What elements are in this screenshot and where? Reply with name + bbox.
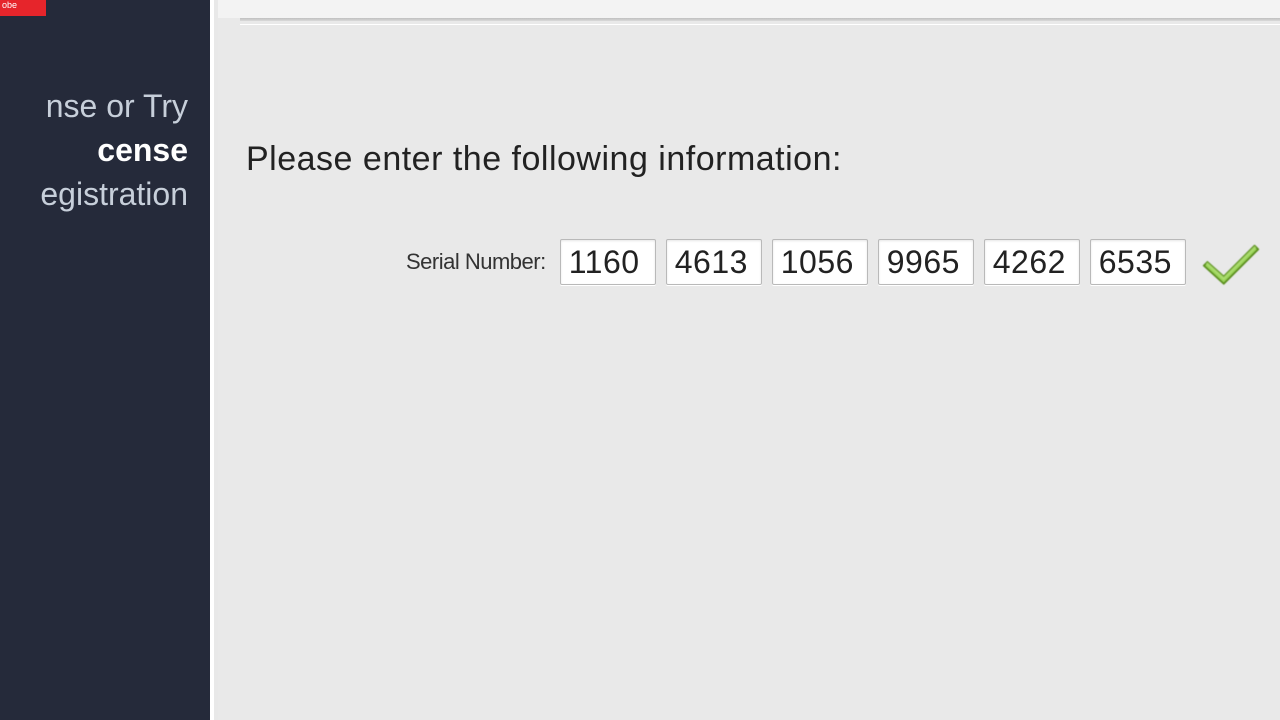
serial-input-2[interactable]	[666, 239, 762, 285]
checkmark-icon	[1202, 236, 1260, 288]
serial-input-4[interactable]	[878, 239, 974, 285]
divider-highlight	[240, 24, 1280, 25]
serial-input-6[interactable]	[1090, 239, 1186, 285]
serial-number-label: Serial Number:	[406, 249, 546, 275]
nav-list: nse or Try cense egistration	[0, 84, 210, 216]
brand-logo-text: obe	[2, 0, 17, 10]
nav-item-license-or-try[interactable]: nse or Try	[0, 84, 210, 128]
sidebar: obe nse or Try cense egistration	[0, 0, 214, 720]
serial-input-3[interactable]	[772, 239, 868, 285]
serial-input-5[interactable]	[984, 239, 1080, 285]
brand-logo: obe	[0, 0, 46, 16]
serial-row: Serial Number:	[406, 236, 1260, 288]
top-band	[218, 0, 1280, 18]
nav-item-license[interactable]: cense	[0, 128, 210, 172]
serial-input-1[interactable]	[560, 239, 656, 285]
divider	[240, 18, 1280, 21]
prompt-text: Please enter the following information:	[246, 140, 842, 179]
nav-item-registration[interactable]: egistration	[0, 172, 210, 216]
main-panel: Please enter the following information: …	[218, 0, 1280, 720]
